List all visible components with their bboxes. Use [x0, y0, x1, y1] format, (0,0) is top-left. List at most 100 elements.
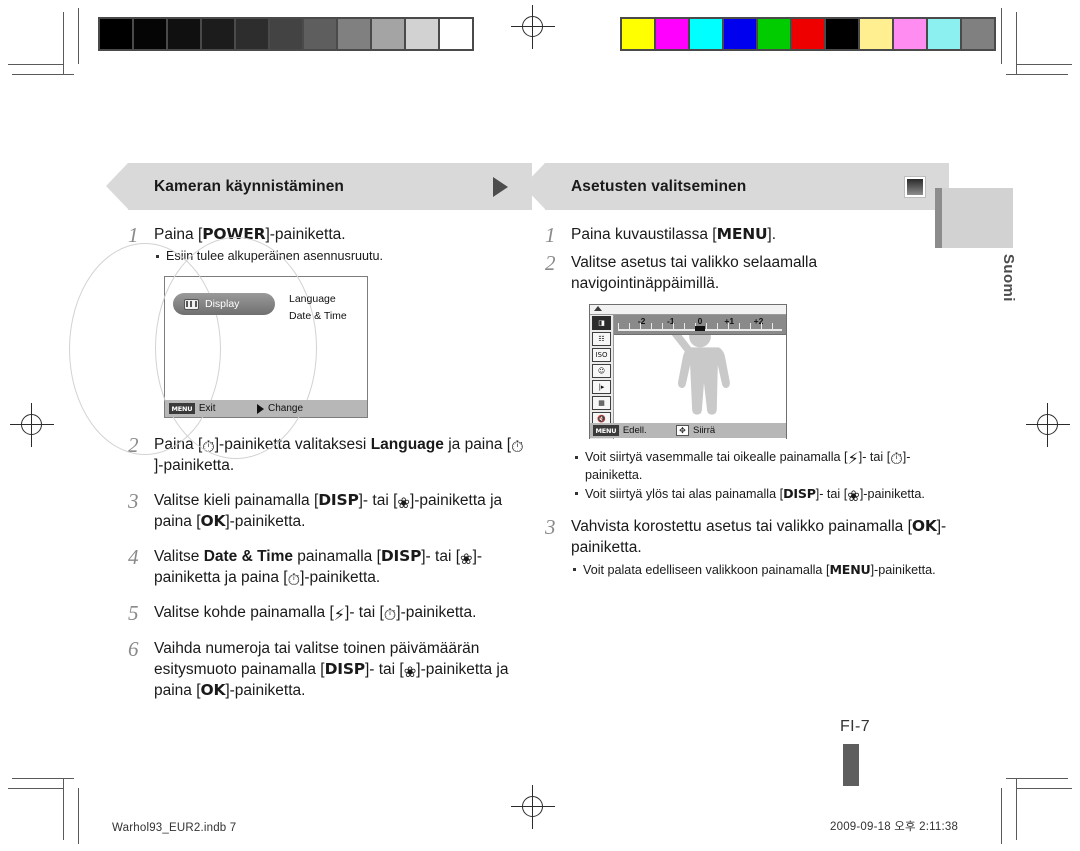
iso-icon: ISO — [592, 348, 611, 362]
registration-mark-left — [10, 403, 54, 447]
lcd-move-group: ✥ Siirrä — [676, 425, 715, 436]
right-step-2: 2 Valitse asetus tai valikko selaamalla … — [545, 252, 949, 294]
color-calibration-bar — [620, 17, 996, 51]
lcd-ev-bottom-bar: MENU Edell. ✥ Siirrä — [590, 423, 786, 438]
step-text: Paina kuvaustilassa [MENU]. — [571, 225, 777, 243]
color-swatch-4 — [758, 19, 790, 49]
color-swatch-9 — [928, 19, 960, 49]
registration-mark-bottom — [511, 785, 555, 829]
grayscale-swatch-0 — [100, 19, 132, 49]
right-column: Asetusten valitseminen 1 Paina kuvaustil… — [523, 163, 949, 580]
step-number: 1 — [545, 223, 556, 247]
left-step-2: 2 Paina [⏱]-painiketta valitaksesi Langu… — [128, 434, 532, 476]
navigation-pad-icon: ✥ — [676, 425, 689, 436]
lcd-menu-item-display: Display — [173, 293, 275, 315]
chevron-up-icon — [594, 306, 602, 311]
crop-mark-bottom-right-h — [1006, 778, 1068, 779]
step-text: Valitse asetus tai valikko selaamalla na… — [571, 254, 818, 292]
color-swatch-7 — [860, 19, 892, 49]
grayscale-swatch-7 — [338, 19, 370, 49]
step-number: 6 — [128, 637, 139, 661]
step-text: Valitse kieli painamalla [DISP]- tai [❀]… — [154, 491, 503, 530]
lcd-ev-screenshot: ◨ ☷ ISO ☺ |▸ ▦ 🔇 -2 -1 0 +1 +2 EV MENU E… — [589, 304, 787, 439]
crop-mark-bottom-left-v2 — [78, 788, 79, 844]
crop-mark-bottom-left-h2 — [8, 788, 64, 789]
crop-mark-top-right-h2 — [1016, 64, 1072, 65]
lcd-exit-label: Exit — [198, 403, 216, 414]
step-number: 4 — [128, 545, 139, 569]
left-step-4: 4 Valitse Date & Time painamalla [DISP]-… — [128, 546, 532, 588]
color-swatch-6 — [826, 19, 858, 49]
grayscale-swatch-3 — [202, 19, 234, 49]
right-lcd-bullets: Voit siirtyä vasemmalle tai oikealle pai… — [573, 449, 949, 504]
lcd-option-datetime: Date & Time — [289, 310, 347, 322]
left-column: Kameran käynnistäminen 1 Paina [POWER]-p… — [69, 163, 532, 701]
lcd-back-label: Edell. — [622, 425, 647, 436]
grayscale-swatch-10 — [440, 19, 472, 49]
left-step-6: 6 Vaihda numeroja tai valitse toinen päi… — [128, 638, 532, 701]
grayscale-swatch-9 — [406, 19, 438, 49]
grayscale-swatch-5 — [270, 19, 302, 49]
right-step-3: 3 Vahvista korostettu asetus tai valikko… — [545, 516, 949, 580]
color-swatch-0 — [622, 19, 654, 49]
step-number: 3 — [128, 489, 139, 513]
crop-mark-bottom-left-h — [12, 778, 74, 779]
left-step-3: 3 Valitse kieli painamalla [DISP]- tai [… — [128, 490, 532, 532]
display-icon — [184, 298, 199, 310]
page-number: FI-7 — [840, 718, 871, 735]
ev-icon: ◨ — [592, 316, 611, 330]
step-number: 3 — [545, 515, 556, 539]
crop-mark-top-right-h — [1006, 74, 1068, 75]
lcd-settings-screenshot: Display Language Date & Time MENU Exit C… — [69, 237, 368, 459]
step-text: Vahvista korostettu asetus tai valikko p… — [571, 516, 949, 580]
footer-filename: Warhol93_EUR2.indb 7 — [112, 822, 237, 834]
bullet-item: Voit siirtyä vasemmalle tai oikealle pai… — [573, 449, 949, 484]
manual-page: Kameran käynnistäminen 1 Paina [POWER]-p… — [0, 0, 1080, 851]
grayscale-swatch-6 — [304, 19, 336, 49]
page-number-bar — [843, 744, 859, 786]
lcd-move-label: Siirrä — [693, 425, 716, 436]
lcd-ev-row: EV — [614, 335, 786, 353]
lcd-ev-panel: -2 -1 0 +1 +2 EV — [614, 315, 786, 439]
right-step-1: 1 Paina kuvaustilassa [MENU]. — [545, 224, 949, 246]
step-text: Valitse kohde painamalla [⚡]- tai [⏱]-pa… — [154, 604, 477, 624]
color-swatch-3 — [724, 19, 756, 49]
left-section-title: Kameran käynnistäminen — [154, 177, 344, 195]
language-side-tab: Suomi — [935, 188, 1017, 302]
bullet-item: Voit siirtyä ylös tai alas painamalla [D… — [573, 485, 949, 504]
step-text-after: ]-painiketta. — [265, 226, 346, 243]
lcd-change-label: Change — [268, 403, 304, 414]
right-section-title: Asetusten valitseminen — [571, 177, 747, 195]
crop-mark-top-left-h2 — [8, 64, 64, 65]
ev-value-marker — [695, 326, 705, 331]
color-swatch-5 — [792, 19, 824, 49]
step-text: Vaihda numeroja tai valitse toinen päivä… — [154, 640, 509, 699]
crop-mark-top-right-v2 — [1001, 8, 1002, 64]
bullet-item: Voit palata edelliseen valikkoon painama… — [571, 561, 949, 579]
grayscale-swatch-2 — [168, 19, 200, 49]
grayscale-calibration-bar — [98, 17, 474, 51]
lcd-ev-label: EV — [619, 338, 633, 349]
color-swatch-1 — [656, 19, 688, 49]
lcd-option-language: Language — [289, 293, 336, 305]
triangle-right-icon — [257, 403, 264, 414]
menu-tag-icon: MENU — [169, 403, 195, 414]
crop-mark-top-left-h — [12, 74, 74, 75]
step-number: 2 — [545, 251, 556, 275]
grayscale-swatch-8 — [372, 19, 404, 49]
right-step-3-bullets: Voit palata edelliseen valikkoon painama… — [571, 561, 949, 579]
step-text-before: Paina [ — [154, 226, 203, 243]
color-swatch-8 — [894, 19, 926, 49]
registration-mark-right — [1026, 403, 1070, 447]
side-tab-box — [935, 188, 1013, 248]
square-dark-icon — [904, 175, 926, 198]
step-number: 5 — [128, 601, 139, 625]
image-quality-icon: ▦ — [592, 396, 611, 410]
menu-tag-icon: MENU — [593, 425, 619, 436]
registration-mark-top — [511, 5, 555, 49]
lcd-change-group: Change — [257, 403, 303, 414]
step-text-content: Vahvista korostettu asetus tai valikko p… — [571, 517, 947, 556]
lcd-menu-item-label: Display — [205, 298, 240, 310]
color-swatch-2 — [690, 19, 722, 49]
crop-mark-top-left-v2 — [78, 8, 79, 64]
